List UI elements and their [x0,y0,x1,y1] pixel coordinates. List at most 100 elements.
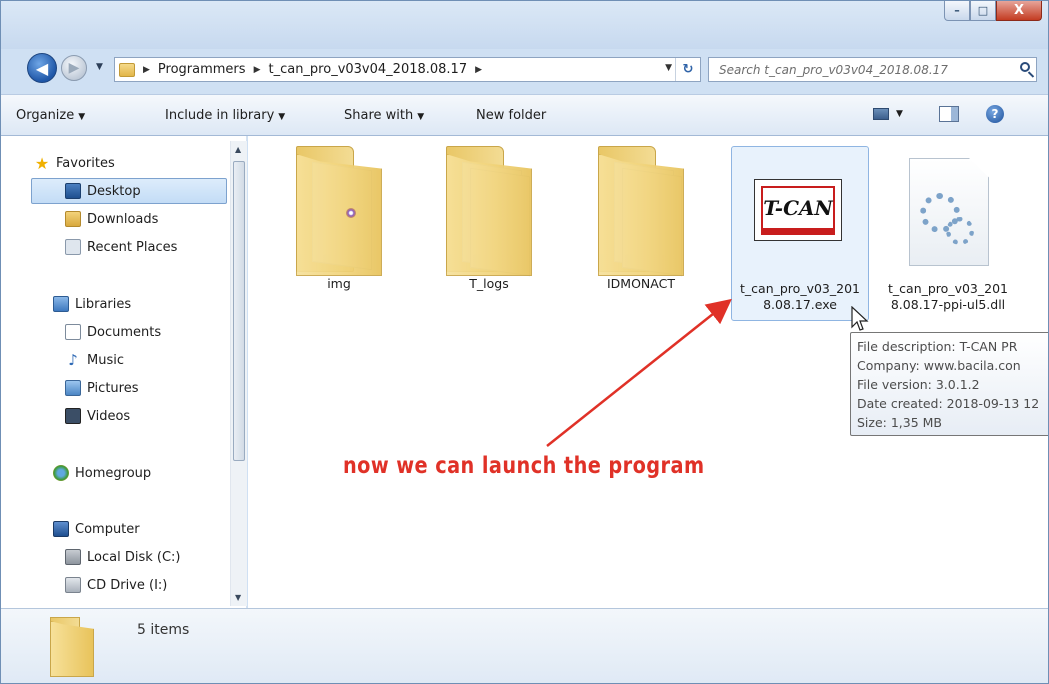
sidebar-item-desktop[interactable]: Desktop [65,183,141,199]
chevron-down-icon: ▼ [78,112,86,122]
close-button[interactable]: X [996,1,1042,21]
refresh-icon: ↻ [682,62,694,77]
new-folder-button[interactable]: New folder [476,108,546,123]
forward-button[interactable]: ▶ [61,55,87,81]
sidebar-item-label: Pictures [87,380,139,396]
folder-icon [444,146,534,277]
sidebar-item-favorites[interactable]: ★ Favorites [34,153,115,173]
include-in-library-label: Include in library [165,108,275,123]
back-arrow-icon: ◀ [35,58,49,78]
view-options-dropdown[interactable]: ▼ [896,109,903,119]
hard-disk-icon [65,549,81,565]
search-icon[interactable] [1020,62,1030,72]
sidebar-item-label: Music [87,352,124,368]
file-item-t-logs[interactable]: T_logs [425,146,553,292]
file-name-label: t_can_pro_v03_2018.08.17.exe [740,281,860,312]
scroll-down-icon[interactable]: ▼ [235,593,241,602]
organize-label: Organize [16,108,75,123]
sidebar-item-label: Documents [87,324,162,340]
sidebar-item-music[interactable]: ♪ Music [65,351,124,369]
mouse-cursor-icon [851,306,869,331]
tooltip-date-created: Date created: 2018-09-13 12 [857,396,1040,411]
back-button[interactable]: ◀ [27,53,57,83]
file-item-dll[interactable]: t_can_pro_v03_2018.08.17-ppi-ul5.dll [888,281,1008,319]
pictures-icon [65,380,81,396]
sidebar-item-label: Homegroup [75,465,152,481]
scrollbar-thumb[interactable] [233,161,245,461]
help-icon[interactable]: ? [986,105,1004,123]
sidebar-item-downloads[interactable]: Downloads [65,211,158,227]
star-icon: ★ [34,153,50,173]
sidebar-item-label: Computer [75,521,140,537]
sidebar-item-label: Recent Places [87,239,178,255]
sidebar-item-label: Libraries [75,296,132,312]
videos-icon [65,408,81,424]
sidebar-item-label: Local Disk (C:) [87,549,181,565]
sidebar-item-recent-places[interactable]: Recent Places [65,239,177,255]
file-tooltip: File description: T-CAN PR Company: www.… [850,332,1048,436]
t-can-application-icon: T-CAN [754,179,842,241]
folder-icon [119,62,135,77]
sidebar-item-label: Favorites [56,155,115,171]
minimize-button[interactable]: – [944,1,970,21]
address-dropdown[interactable]: ▼ [665,63,672,73]
sidebar-item-local-disk[interactable]: Local Disk (C:) [65,549,180,565]
cd-drive-icon [65,577,81,593]
documents-icon [65,324,81,340]
tooltip-file-description: File description: T-CAN PR [857,339,1018,354]
folder-icon [294,146,384,276]
address-bar[interactable]: ▶ Programmers ▶ t_can_pro_v03v04_2018.08… [114,57,701,82]
sidebar-item-label: Desktop [87,183,141,199]
navigation-scrollbar[interactable]: ▲ ▼ [230,141,247,606]
computer-icon [53,521,69,537]
desktop-icon [65,183,81,199]
tooltip-size: Size: 1,35 MB [857,415,943,430]
chevron-down-icon: ▼ [278,112,286,122]
sidebar-item-pictures[interactable]: Pictures [65,380,138,396]
search-box[interactable] [708,57,1037,82]
change-view-icon[interactable] [873,108,889,120]
breadcrumb-programmers[interactable]: Programmers [158,62,246,77]
include-in-library-button[interactable]: Include in library ▼ [165,108,285,123]
music-icon: ♪ [68,351,78,369]
scroll-up-icon[interactable]: ▲ [235,145,241,154]
file-item-img[interactable]: img [275,146,403,292]
preview-pane-icon[interactable] [939,106,959,122]
file-item-idmonact[interactable]: IDMONACT [577,146,705,292]
share-with-button[interactable]: Share with ▼ [344,108,424,123]
folder-icon [48,617,94,677]
sidebar-item-libraries[interactable]: Libraries [53,296,131,312]
t-can-logo: T-CAN [761,186,835,230]
sidebar-item-label: Videos [87,408,131,424]
breadcrumb-separator[interactable]: ▶ [254,65,261,75]
sidebar-item-videos[interactable]: Videos [65,408,130,424]
file-name-label: img [327,276,351,291]
chevron-down-icon: ▼ [417,112,425,122]
libraries-icon [53,296,69,312]
breadcrumb-separator[interactable]: ▶ [475,65,482,75]
sidebar-item-homegroup[interactable]: Homegroup [53,465,151,481]
breadcrumb-separator[interactable]: ▶ [143,65,150,75]
dll-file-icon [909,158,989,266]
explorer-window: – □ X ◀ ▶ ▼ ▶ Programmers ▶ t_can_pro_v0… [0,0,1049,684]
tooltip-file-version: File version: 3.0.1.2 [857,377,980,392]
sidebar-item-cd-drive[interactable]: CD Drive (I:) [65,577,167,593]
details-pane: 5 items [1,608,1048,683]
folder-icon [596,146,686,277]
sidebar-item-documents[interactable]: Documents [65,324,161,340]
breadcrumb-current-folder[interactable]: t_can_pro_v03v04_2018.08.17 [268,62,467,77]
navigation-pane: ★ Favorites Desktop Downloads Recent Pla… [1,136,247,608]
item-count: 5 items [137,622,190,638]
annotation-text: now we can launch the program [343,453,705,479]
search-input[interactable] [717,61,1011,78]
maximize-button[interactable]: □ [970,1,996,21]
sidebar-item-computer[interactable]: Computer [53,521,140,537]
tooltip-company: Company: www.bacila.con [857,358,1021,373]
organize-button[interactable]: Organize ▼ [16,108,85,123]
downloads-icon [65,211,81,227]
title-bar: – □ X [1,1,1048,49]
file-item-exe-label[interactable]: t_can_pro_v03_2018.08.17.exe [736,281,864,313]
recent-pages-dropdown[interactable]: ▼ [96,62,103,72]
file-name-label: IDMONACT [607,276,675,291]
refresh-button[interactable]: ↻ [675,58,700,81]
